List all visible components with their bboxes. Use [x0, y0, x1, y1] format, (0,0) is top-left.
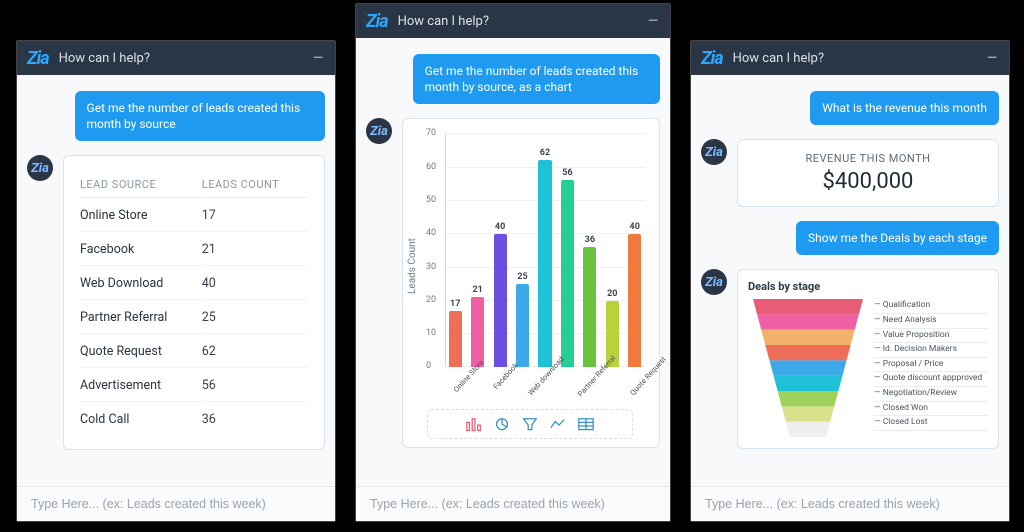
header-prompt: How can I help?: [733, 51, 824, 66]
table-row: Quote Request62: [80, 336, 308, 368]
chat-panel-chart: Zia How can I help? — Get me the number …: [355, 3, 671, 522]
col-header-count: LEADS COUNT: [202, 170, 308, 198]
funnel-chart: [748, 299, 868, 439]
table-row: Online Store17: [80, 200, 308, 232]
response-card-chart: Leads Count 010203040506070 172140256256…: [402, 118, 660, 448]
header-prompt: How can I help?: [59, 51, 150, 66]
chat-panel-table: Zia How can I help? — Get me the number …: [16, 40, 336, 522]
chat-panel-kpi: Zia How can I help? — What is the revenu…: [690, 40, 1010, 522]
chat-input[interactable]: [29, 496, 327, 512]
brand-logo: Zia: [366, 11, 388, 32]
funnel-card: Deals by stage — Qualification— Need Ana…: [737, 269, 999, 449]
user-message: Get me the number of leads created this …: [413, 54, 660, 104]
brand-logo: Zia: [27, 48, 49, 69]
table-row: Advertisement56: [80, 370, 308, 402]
table-icon[interactable]: [577, 416, 595, 432]
funnel-icon[interactable]: [521, 416, 539, 432]
bar-chart: 010203040506070 172140256256362040 Onlin…: [423, 133, 649, 403]
bar-chart-icon[interactable]: [465, 416, 483, 432]
chart-ylabel: Leads Count: [407, 129, 421, 403]
user-message: Get me the number of leads created this …: [75, 91, 325, 141]
kpi-label: REVENUE THIS MONTH: [752, 152, 984, 165]
minimize-button[interactable]: —: [313, 51, 325, 66]
line-chart-icon[interactable]: [549, 416, 567, 432]
panel-header: Zia How can I help? —: [691, 41, 1009, 75]
chat-input[interactable]: [703, 496, 1001, 512]
pie-chart-icon[interactable]: [493, 416, 511, 432]
minimize-button[interactable]: —: [648, 14, 660, 29]
user-message: Show me the Deals by each stage: [796, 221, 999, 255]
chart-type-toolbar: [427, 409, 633, 439]
bot-avatar: Zia: [27, 155, 53, 181]
minimize-button[interactable]: —: [987, 51, 999, 66]
table-row: Web Download40: [80, 268, 308, 300]
panel-header: Zia How can I help? —: [356, 4, 670, 38]
leads-table: LEAD SOURCELEADS COUNT Online Store17 Fa…: [78, 168, 310, 437]
kpi-value: $400,000: [752, 169, 984, 194]
chat-input[interactable]: [368, 496, 662, 512]
bot-avatar: Zia: [701, 139, 727, 165]
bot-avatar: Zia: [366, 118, 392, 144]
table-row: Facebook21: [80, 234, 308, 266]
user-message: What is the revenue this month: [810, 91, 999, 125]
funnel-legend: — Qualification— Need Analysis— Value Pr…: [868, 299, 988, 439]
header-prompt: How can I help?: [398, 14, 489, 29]
funnel-title: Deals by stage: [748, 280, 988, 293]
col-header-source: LEAD SOURCE: [80, 170, 200, 198]
brand-logo: Zia: [701, 48, 723, 69]
table-row: Partner Referral25: [80, 302, 308, 334]
response-card-table: LEAD SOURCELEADS COUNT Online Store17 Fa…: [63, 155, 325, 450]
bot-avatar: Zia: [701, 269, 727, 295]
table-row: Cold Call36: [80, 404, 308, 435]
kpi-card: REVENUE THIS MONTH $400,000: [737, 139, 999, 207]
panel-header: Zia How can I help? —: [17, 41, 335, 75]
